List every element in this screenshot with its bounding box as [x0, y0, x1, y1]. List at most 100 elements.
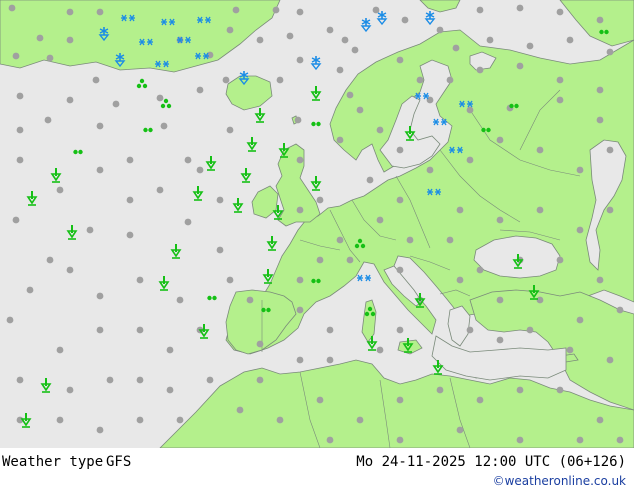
no-precip-symbol	[112, 100, 120, 108]
no-precip-symbol	[176, 296, 184, 304]
no-precip-symbol	[346, 256, 354, 264]
no-precip-symbol	[446, 76, 454, 84]
no-precip-symbol	[160, 122, 168, 130]
no-precip-symbol	[216, 246, 224, 254]
no-precip-symbol	[294, 116, 302, 124]
no-precip-symbol	[216, 196, 224, 204]
no-precip-symbol	[606, 356, 614, 364]
no-precip-symbol	[236, 406, 244, 414]
no-precip-symbol	[486, 36, 494, 44]
no-precip-symbol	[516, 386, 524, 394]
no-precip-symbol	[336, 66, 344, 74]
no-precip-symbol	[526, 326, 534, 334]
no-precip-symbol	[66, 36, 74, 44]
no-precip-symbol	[296, 206, 304, 214]
no-precip-symbol	[426, 166, 434, 174]
no-precip-symbol	[556, 256, 564, 264]
no-precip-symbol	[86, 226, 94, 234]
no-precip-symbol	[516, 436, 524, 444]
valid-time: Mo 24-11-2025 12:00 UTC (06+126)	[356, 454, 626, 470]
no-precip-symbol	[596, 16, 604, 24]
no-precip-symbol	[96, 326, 104, 334]
no-precip-symbol	[452, 44, 460, 52]
no-precip-symbol	[456, 426, 464, 434]
weather-map	[0, 0, 634, 448]
no-precip-symbol	[536, 146, 544, 154]
no-precip-symbol	[276, 76, 284, 84]
no-precip-symbol	[256, 376, 264, 384]
no-precip-symbol	[16, 156, 24, 164]
credit-link[interactable]: ©weatheronline.co.uk	[493, 474, 626, 488]
no-precip-symbol	[256, 340, 264, 348]
no-precip-symbol	[456, 206, 464, 214]
no-precip-symbol	[296, 276, 304, 284]
no-precip-symbol	[596, 116, 604, 124]
no-precip-symbol	[66, 266, 74, 274]
no-precip-symbol	[46, 256, 54, 264]
no-precip-symbol	[276, 416, 284, 424]
no-precip-symbol	[96, 292, 104, 300]
map-canvas	[0, 0, 634, 448]
no-precip-symbol	[372, 6, 380, 14]
no-precip-symbol	[556, 8, 564, 16]
no-precip-symbol	[296, 306, 304, 314]
no-precip-symbol	[396, 196, 404, 204]
no-precip-symbol	[476, 396, 484, 404]
no-precip-symbol	[92, 76, 100, 84]
no-precip-symbol	[66, 8, 74, 16]
no-precip-symbol	[576, 166, 584, 174]
no-precip-symbol	[556, 96, 564, 104]
no-precip-symbol	[616, 306, 624, 314]
no-precip-symbol	[136, 416, 144, 424]
no-precip-symbol	[226, 126, 234, 134]
no-precip-symbol	[576, 226, 584, 234]
no-precip-symbol	[36, 34, 44, 42]
no-precip-symbol	[476, 6, 484, 14]
no-precip-symbol	[256, 36, 264, 44]
no-precip-symbol	[596, 86, 604, 94]
no-precip-symbol	[226, 276, 234, 284]
no-precip-symbol	[596, 416, 604, 424]
no-precip-symbol	[336, 236, 344, 244]
no-precip-symbol	[286, 32, 294, 40]
no-precip-symbol	[326, 356, 334, 364]
no-precip-symbol	[296, 356, 304, 364]
no-precip-symbol	[526, 42, 534, 50]
no-precip-symbol	[466, 156, 474, 164]
no-precip-symbol	[576, 316, 584, 324]
no-precip-symbol	[196, 166, 204, 174]
no-precip-symbol	[46, 54, 54, 62]
no-precip-symbol	[96, 426, 104, 434]
no-precip-symbol	[556, 386, 564, 394]
model-name: GFS	[106, 454, 132, 470]
no-precip-symbol	[396, 436, 404, 444]
no-precip-symbol	[351, 46, 359, 54]
no-precip-symbol	[6, 316, 14, 324]
no-precip-symbol	[316, 396, 324, 404]
no-precip-symbol	[136, 276, 144, 284]
no-precip-symbol	[166, 386, 174, 394]
no-precip-symbol	[446, 236, 454, 244]
no-precip-symbol	[416, 76, 424, 84]
no-precip-symbol	[136, 326, 144, 334]
no-precip-symbol	[346, 91, 354, 99]
no-precip-symbol	[356, 416, 364, 424]
no-precip-symbol	[606, 206, 614, 214]
no-precip-symbol	[566, 346, 574, 354]
no-precip-symbol	[476, 266, 484, 274]
no-precip-symbol	[376, 126, 384, 134]
no-precip-symbol	[466, 106, 474, 114]
no-precip-symbol	[556, 76, 564, 84]
no-precip-symbol	[246, 296, 254, 304]
no-precip-symbol	[156, 186, 164, 194]
no-precip-symbol	[376, 346, 384, 354]
no-precip-symbol	[272, 6, 280, 14]
no-precip-symbol	[356, 106, 364, 114]
no-precip-symbol	[326, 26, 334, 34]
no-precip-symbol	[44, 116, 52, 124]
no-precip-symbol	[16, 376, 24, 384]
no-precip-symbol	[466, 326, 474, 334]
no-precip-symbol	[12, 52, 20, 60]
no-precip-symbol	[606, 48, 614, 56]
no-precip-symbol	[56, 346, 64, 354]
